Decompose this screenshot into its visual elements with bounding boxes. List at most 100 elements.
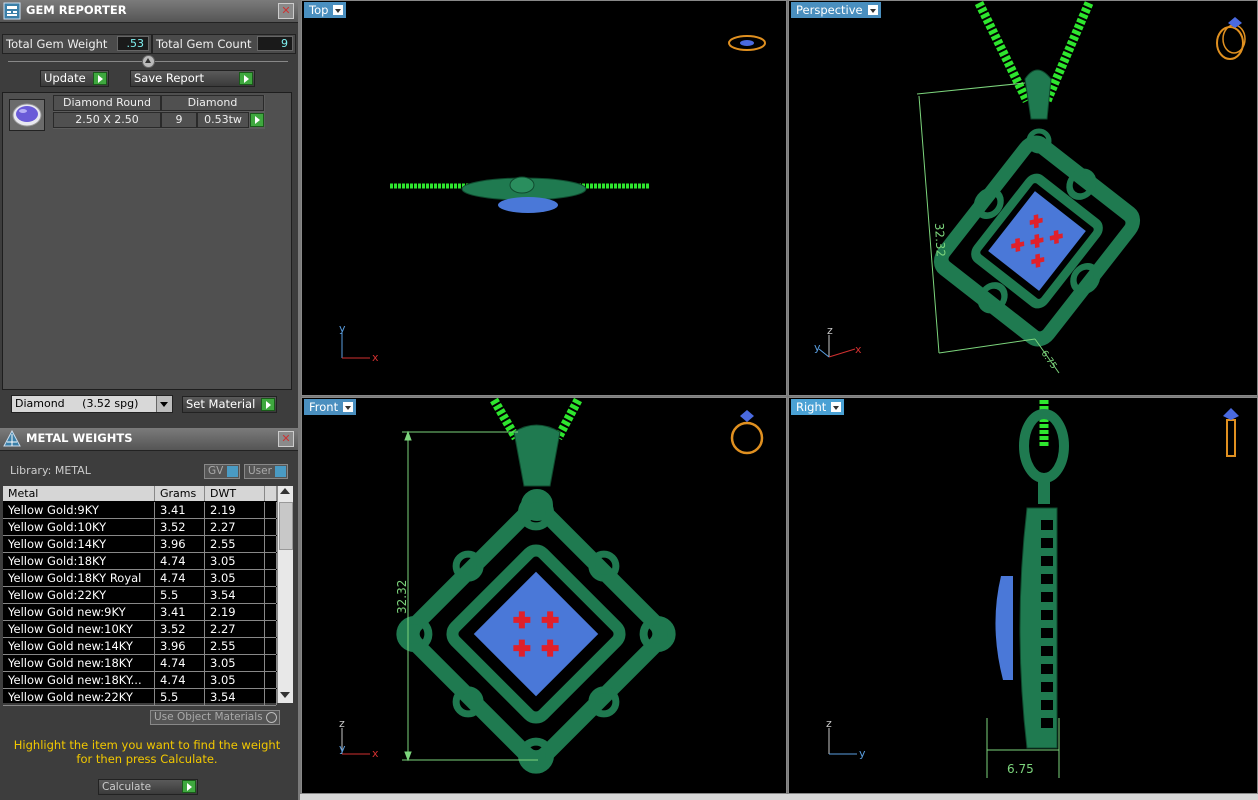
pendant-body [933,135,1141,347]
metal-name-cell: Yellow Gold new:18KY... [3,672,155,688]
pendant-body [396,494,676,774]
left-panel: GEM REPORTER ✕ Total Gem Weight .53 Tota… [0,0,298,800]
save-report-button-label: Save Report [134,71,205,85]
table-row[interactable]: Yellow Gold:10KY 3.52 2.27 [3,519,277,536]
grams-cell: 3.41 [155,604,205,620]
table-row[interactable]: Yellow Gold:18KY Royal 4.74 3.05 [3,570,277,587]
scroll-down-icon[interactable] [280,692,290,698]
ring-gizmo-front-icon [730,410,764,455]
spacer-col-header [265,486,277,501]
total-weight-value: .53 [117,36,149,51]
close-icon[interactable]: ✕ [278,3,294,19]
table-row[interactable]: Yellow Gold new:18KY 4.74 3.05 [3,655,277,672]
chevron-down-icon [833,406,840,410]
spacer-cell [265,689,277,705]
gem-weight: 0.53tw [197,112,249,128]
scrollbar-thumb[interactable] [279,502,293,550]
close-icon[interactable]: ✕ [278,431,294,447]
scrollbar[interactable] [277,486,293,703]
jump-ring [1038,482,1050,504]
dwt-cell: 3.05 [205,570,265,586]
spacer-cell [265,604,277,620]
metal-weights-title: METAL WEIGHTS [26,431,133,445]
viewport-front[interactable]: Front 32.32 z y x [301,397,787,794]
dim-height-perspective: 32.32 [932,222,948,257]
spacer-cell [265,536,277,552]
spacer-cell [265,621,277,637]
grams-cell: 3.41 [155,502,205,518]
gem-row[interactable]: Diamond Round Diamond 2.50 X 2.50 9 0.53… [53,95,265,129]
table-row[interactable]: Yellow Gold new:14KY 3.96 2.55 [3,638,277,655]
total-count-value: 9 [257,36,293,51]
grams-col-header[interactable]: Grams [155,486,205,501]
axis-label-right-b: y [859,747,866,760]
dwt-cell: 3.54 [205,689,265,705]
gem-reporter-titlebar: GEM REPORTER ✕ [0,0,298,23]
save-report-button[interactable]: Save Report [130,70,255,87]
viewport-top[interactable]: Top y x [301,0,787,396]
gem-thumbnail[interactable] [9,99,45,131]
spacer-cell [265,553,277,569]
calculate-button[interactable]: Calculate [98,779,198,795]
table-row[interactable]: Yellow Gold new:9KY 3.41 2.19 [3,604,277,621]
collapse-handle-icon[interactable] [142,55,155,68]
metal-name-cell: Yellow Gold new:14KY [3,638,155,654]
bail-shape [513,424,561,487]
update-button-label: Update [44,71,86,85]
spacer-cell [265,672,277,688]
total-count-box: Total Gem Count 9 [152,34,296,54]
gem-detail-button[interactable] [250,113,264,127]
metal-name-cell: Yellow Gold:10KY [3,519,155,535]
gem-count: 9 [161,112,197,128]
ring-gizmo-perspective-icon [1216,17,1246,60]
gv-toggle[interactable]: GV [204,464,240,479]
dwt-cell: 3.54 [205,587,265,603]
chain-left [974,1,1032,103]
grams-cell: 5.5 [155,587,205,603]
chain-right [1042,1,1094,103]
axis-label-front-a: z [339,717,345,730]
user-toggle[interactable]: User [244,464,288,479]
material-select[interactable]: Diamond (3.52 spg) [11,395,173,413]
table-row[interactable]: Yellow Gold new:18KY... 4.74 3.05 [3,672,277,689]
radio-icon [266,712,277,723]
table-row[interactable]: Yellow Gold:18KY 4.74 3.05 [3,553,277,570]
use-object-materials-toggle[interactable]: Use Object Materials [150,710,280,725]
hint-line-1: Highlight the item you want to find the … [13,738,281,752]
dwt-cell: 2.19 [205,604,265,620]
set-material-button-label: Set Material [186,397,256,411]
play-icon [182,780,196,793]
toggle-indicator-icon [227,466,238,477]
round-diamond-icon [12,103,42,127]
viewport-perspective[interactable]: Perspective 32.32 6.75 z y x [788,0,1258,396]
grams-cell: 3.52 [155,519,205,535]
table-row[interactable]: Yellow Gold new:10KY 3.52 2.27 [3,621,277,638]
metal-name-cell: Yellow Gold:22KY [3,587,155,603]
axis-label-persp-b: y [814,341,821,354]
top-view-canvas: y x [339,35,766,364]
spacer-cell [265,570,277,586]
play-icon [261,398,275,411]
dwt-cell: 2.55 [205,536,265,552]
gem-col-header-2: Diamond [161,95,264,111]
table-row[interactable]: Yellow Gold:14KY 3.96 2.55 [3,536,277,553]
grams-cell: 4.74 [155,655,205,671]
metal-name-cell: Yellow Gold:14KY [3,536,155,552]
calculate-button-label: Calculate [102,781,152,793]
axis-label-right-a: z [826,717,832,730]
grams-cell: 3.52 [155,621,205,637]
scroll-up-icon[interactable] [280,488,290,494]
dwt-col-header[interactable]: DWT [205,486,265,501]
table-row[interactable]: Yellow Gold:9KY 3.41 2.19 [3,502,277,519]
viewport-right[interactable]: Right 6.75 z y [788,397,1258,794]
metal-col-header[interactable]: Metal [3,486,155,501]
chevron-down-icon [335,9,342,13]
table-row[interactable]: Yellow Gold new:22KY 5.5 3.54 [3,689,277,706]
calculate-hint: Highlight the item you want to find the … [0,738,294,766]
update-button[interactable]: Update [40,70,109,87]
play-icon [93,72,107,85]
gem-reporter-title: GEM REPORTER [26,3,127,17]
table-row[interactable]: Yellow Gold:22KY 5.5 3.54 [3,587,277,604]
gem-list: Diamond Round Diamond 2.50 X 2.50 9 0.53… [2,92,292,390]
set-material-button[interactable]: Set Material [182,396,277,413]
